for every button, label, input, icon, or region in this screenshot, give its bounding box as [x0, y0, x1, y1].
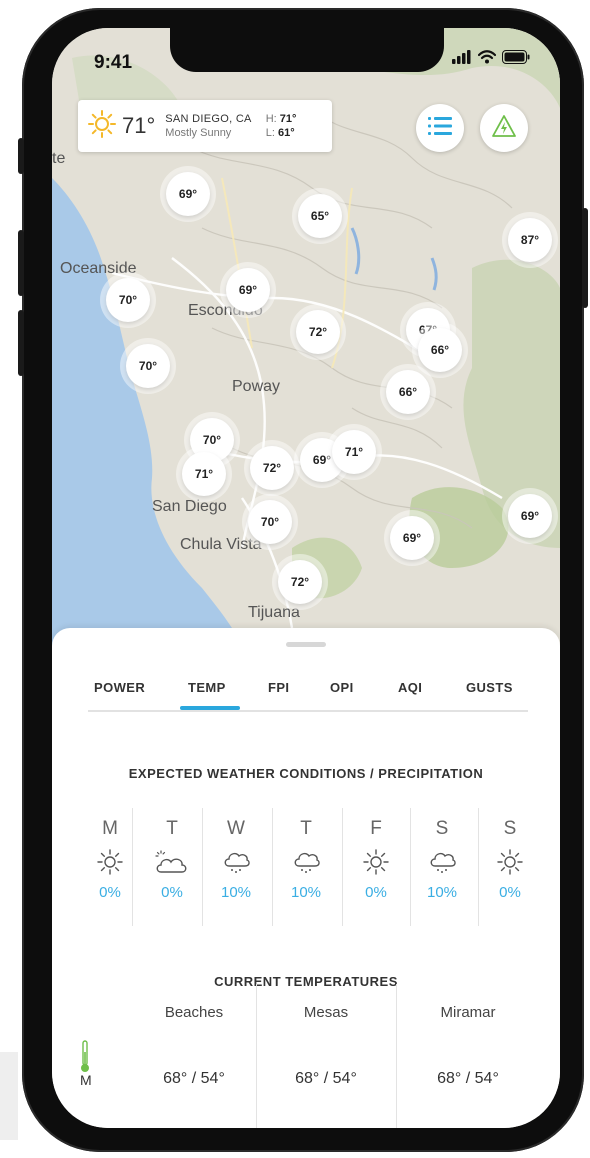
sheet-grabber[interactable] — [286, 642, 326, 647]
tab-gusts[interactable]: GUSTS — [466, 680, 513, 695]
bottom-sheet: POWER TEMP FPI OPI AQI GUSTS EXPECTED WE… — [52, 628, 560, 1128]
temp-marker[interactable]: 69° — [226, 268, 270, 312]
place-label-chula-vista: Chula Vista — [180, 536, 262, 553]
volume-down-button — [18, 310, 24, 376]
day-letter: F — [370, 818, 382, 839]
column-header-mesas: Mesas — [303, 1004, 349, 1021]
place-label-partial: te — [52, 150, 66, 167]
precip-percent: 0% — [99, 884, 121, 901]
tab-aqi[interactable]: AQI — [398, 680, 422, 695]
day-letter: T — [300, 818, 312, 839]
temp-range-value: 68° / 54° — [163, 1070, 225, 1087]
column-divider — [256, 984, 257, 1128]
temp-range-value: 68° / 54° — [295, 1070, 357, 1087]
forecast-day: T 0% — [138, 818, 206, 928]
temp-marker[interactable]: 66° — [386, 370, 430, 414]
forecast-day: S 0% — [476, 818, 544, 928]
phone-notch — [170, 28, 444, 72]
list-view-button[interactable] — [416, 104, 464, 152]
rain-cloud-icon — [408, 846, 476, 878]
tab-opi[interactable]: OPI — [330, 680, 354, 695]
sun-icon — [476, 846, 544, 878]
sun-icon — [342, 846, 410, 878]
forecast-day: F 0% — [342, 818, 410, 928]
terrain-map[interactable]: Oceanside Escondido Poway San Diego Chul… — [52, 28, 560, 668]
status-icons — [452, 50, 530, 69]
low-temp: 61° — [277, 127, 295, 139]
temp-marker[interactable]: 65° — [298, 194, 342, 238]
temp-range-value: 68° / 54° — [437, 1070, 499, 1087]
status-time: 9:41 — [94, 52, 133, 73]
high-temp: 71° — [279, 113, 297, 125]
temp-marker[interactable]: 70° — [126, 344, 170, 388]
place-label-san-diego: San Diego — [152, 498, 227, 515]
row-label: M — [80, 1072, 92, 1088]
sun-icon — [76, 846, 144, 878]
place-label-tijuana: Tijuana — [248, 604, 300, 621]
day-letter: M — [102, 818, 118, 839]
power-alert-icon — [491, 114, 517, 143]
temp-marker[interactable]: 70° — [248, 500, 292, 544]
forecast-title: EXPECTED WEATHER CONDITIONS / PRECIPITAT… — [128, 766, 484, 781]
mute-switch — [18, 138, 24, 174]
temp-marker[interactable]: 69° — [390, 516, 434, 560]
tab-power[interactable]: POWER — [94, 680, 145, 695]
tab-bar: POWER TEMP FPI OPI AQI GUSTS — [88, 680, 528, 712]
place-label-poway: Poway — [232, 378, 281, 395]
temp-marker[interactable]: 72° — [296, 310, 340, 354]
cloud-icon — [138, 846, 206, 878]
signal-icon — [452, 50, 472, 69]
day-letter: T — [166, 818, 178, 839]
app-screen: Oceanside Escondido Poway San Diego Chul… — [52, 28, 560, 1128]
battery-icon — [502, 50, 530, 69]
precip-percent: 0% — [499, 884, 521, 901]
temp-marker[interactable]: 72° — [278, 560, 322, 604]
power-button — [582, 208, 588, 308]
temp-marker[interactable]: 66° — [418, 328, 462, 372]
day-divider — [132, 808, 133, 926]
day-letter: W — [227, 818, 245, 839]
power-alert-button[interactable] — [480, 104, 528, 152]
current-temp: 71° — [122, 113, 156, 138]
active-tab-indicator — [180, 706, 240, 710]
current-temps-title: CURRENT TEMPERATURES — [214, 974, 398, 989]
low-label: L: — [265, 127, 275, 139]
precip-percent: 0% — [365, 884, 387, 901]
high-label: H: — [265, 113, 277, 125]
city-name: SAN DIEGO, CA — [165, 113, 252, 125]
column-divider — [396, 984, 397, 1128]
temp-marker[interactable]: 71° — [182, 452, 226, 496]
current-weather-card[interactable]: 71° SAN DIEGO, CA Mostly Sunny H: 71° L:… — [78, 100, 332, 152]
day-letter: S — [435, 818, 449, 839]
temp-marker[interactable]: 69° — [508, 494, 552, 538]
list-icon — [428, 116, 452, 141]
precip-percent: 0% — [161, 884, 183, 901]
background-panel — [0, 1052, 18, 1140]
volume-up-button — [18, 230, 24, 296]
column-header-beaches: Beaches — [164, 1004, 224, 1021]
temp-marker[interactable]: 69° — [166, 172, 210, 216]
rain-cloud-icon — [202, 846, 270, 878]
temp-marker[interactable]: 72° — [250, 446, 294, 490]
place-label-oceanside: Oceanside — [60, 260, 137, 277]
forecast-day: W 10% — [202, 818, 270, 928]
column-header-miramar: Miramar — [440, 1004, 496, 1021]
precip-percent: 10% — [290, 884, 322, 901]
precip-percent: 10% — [426, 884, 458, 901]
rain-cloud-icon — [272, 846, 340, 878]
forecast-day: T 10% — [272, 818, 340, 928]
forecast-day: M 0% — [76, 818, 144, 928]
tab-fpi[interactable]: FPI — [268, 680, 289, 695]
condition-text: Mostly Sunny — [165, 127, 232, 139]
wifi-icon — [477, 50, 497, 69]
temp-marker[interactable]: 70° — [106, 278, 150, 322]
forecast-day: S 10% — [408, 818, 476, 928]
tab-temp[interactable]: TEMP — [188, 680, 226, 695]
day-letter: S — [503, 818, 517, 839]
sun-icon — [88, 109, 116, 143]
temp-marker[interactable]: 87° — [508, 218, 552, 262]
temp-marker[interactable]: 71° — [332, 430, 376, 474]
precip-percent: 10% — [220, 884, 252, 901]
